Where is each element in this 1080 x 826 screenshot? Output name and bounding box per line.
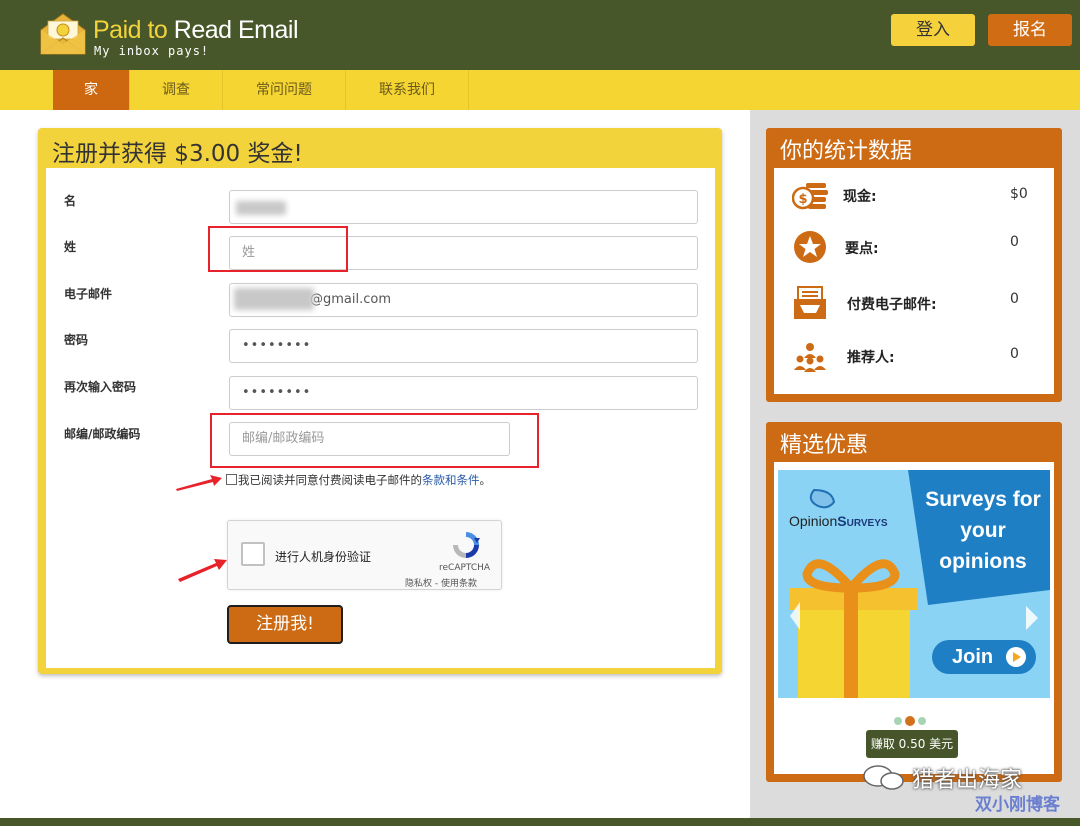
annotation-arrow-icon bbox=[178, 559, 227, 582]
nav-item-home[interactable]: 家 bbox=[53, 70, 130, 110]
offer-headline-line1: Surveys for bbox=[925, 488, 1041, 511]
svg-text:$: $ bbox=[798, 192, 807, 207]
nav-item-contact[interactable]: 联系我们 bbox=[346, 70, 469, 110]
nav-item-faq[interactable]: 常问问题 bbox=[223, 70, 346, 110]
referrals-icon bbox=[794, 343, 826, 372]
first-name-input[interactable] bbox=[229, 190, 698, 224]
recaptcha-privacy-terms-links[interactable]: 隐私权 - 使用条款 bbox=[405, 576, 477, 589]
signup-button[interactable]: 报名 bbox=[988, 14, 1072, 46]
recaptcha-brand: reCAPTCHA bbox=[439, 563, 491, 573]
carousel-dot[interactable] bbox=[894, 717, 902, 725]
stat-paid-emails-label: 付费电子邮件: bbox=[847, 297, 937, 313]
login-button[interactable]: 登入 bbox=[891, 14, 975, 46]
confirm-password-label: 再次输入密码 bbox=[64, 380, 137, 394]
annotation-highlight-zip-code bbox=[210, 413, 539, 468]
carousel-dot[interactable] bbox=[918, 717, 926, 725]
first-name-label: 名 bbox=[64, 194, 77, 208]
terms-checkbox[interactable] bbox=[226, 474, 237, 485]
recaptcha-checkbox[interactable] bbox=[241, 542, 265, 566]
offer-join-button[interactable]: Join bbox=[952, 646, 993, 669]
footer-bar bbox=[0, 818, 1080, 826]
stat-points-value: 0 bbox=[1010, 234, 1019, 250]
offer-headline: Surveys for your opinions bbox=[922, 484, 1044, 577]
terms-agreement: 我已阅读并同意付费阅读电子邮件的条款和条件。 bbox=[226, 472, 491, 488]
password-label: 密码 bbox=[64, 333, 89, 347]
main-nav: 家 调查 常问问题 联系我们 bbox=[0, 70, 1080, 110]
terms-text: 我已阅读并同意付费阅读电子邮件的 bbox=[238, 473, 422, 487]
stats-title: 你的统计数据 bbox=[780, 139, 913, 164]
password-input[interactable]: •••••••• bbox=[229, 329, 698, 363]
redacted-email-blur bbox=[234, 288, 314, 310]
stat-paid-emails-value: 0 bbox=[1010, 291, 1019, 307]
logo-title-part1: Paid to bbox=[93, 16, 174, 44]
carousel-dot-active[interactable] bbox=[905, 716, 915, 726]
carousel-dots bbox=[894, 710, 929, 729]
annotation-arrow-icon bbox=[176, 475, 222, 491]
stat-points-label: 要点: bbox=[845, 241, 879, 257]
logo-title-part2: Read Email bbox=[173, 16, 299, 44]
register-submit-button[interactable]: 注册我! bbox=[227, 605, 343, 644]
redacted-name-blur bbox=[236, 201, 286, 215]
site-logo-title[interactable]: Paid to Read Email bbox=[93, 16, 299, 45]
recaptcha-widget: 进行人机身份验证 reCAPTCHA 隐私权 - 使用条款 bbox=[227, 520, 502, 590]
nav-item-surveys[interactable]: 调查 bbox=[130, 70, 223, 110]
stat-cash-label: 现金: bbox=[843, 189, 877, 205]
last-name-label: 姓 bbox=[64, 240, 77, 254]
registration-title: 注册并获得 $3.00 奖金! bbox=[52, 141, 303, 167]
featured-offers-title: 精选优惠 bbox=[780, 433, 869, 458]
site-tagline: My inbox pays! bbox=[94, 44, 210, 58]
wechat-icon bbox=[863, 765, 904, 790]
offer-headline-line3: opinions bbox=[939, 550, 1027, 573]
recaptcha-logo-icon bbox=[453, 532, 480, 558]
envelope-logo-icon bbox=[40, 13, 86, 55]
stat-referrals-label: 推荐人: bbox=[847, 350, 895, 366]
opinion-surveys-logo: OpinionSurveys bbox=[789, 513, 888, 529]
offer-banner[interactable]: OpinionSurveys Surveys for your opinions… bbox=[778, 470, 1050, 698]
cash-icon: $ bbox=[792, 183, 828, 210]
offer-headline-line2: your bbox=[960, 519, 1006, 542]
annotation-highlight-last-name bbox=[208, 226, 348, 272]
email-label: 电子邮件 bbox=[64, 287, 113, 301]
inbox-icon bbox=[794, 286, 826, 319]
zip-code-label: 邮编/邮政编码 bbox=[64, 427, 141, 441]
stat-referrals-value: 0 bbox=[1010, 346, 1019, 362]
opinion-surveys-logo-part2: Surveys bbox=[837, 513, 888, 529]
opinion-surveys-logo-part1: Opinion bbox=[789, 513, 838, 529]
confirm-password-input[interactable]: •••••••• bbox=[229, 376, 698, 410]
recaptcha-label: 进行人机身份验证 bbox=[275, 550, 372, 564]
terms-link[interactable]: 条款和条件 bbox=[422, 473, 480, 487]
earn-offer-button[interactable]: 赚取 0.50 美元 bbox=[866, 730, 958, 758]
watermark-line2: 双小刚博客 bbox=[975, 795, 1060, 815]
terms-end: 。 bbox=[479, 473, 492, 487]
star-icon bbox=[794, 231, 826, 263]
stat-cash-value: $0 bbox=[1010, 186, 1028, 202]
